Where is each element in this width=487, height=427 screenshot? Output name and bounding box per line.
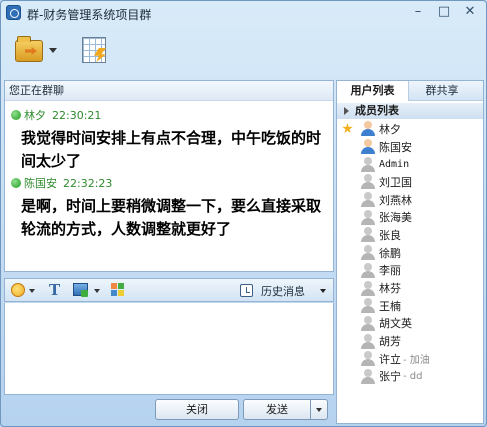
emoji-dropdown-icon[interactable] [29,289,35,293]
side-tabs: 用户列表 群共享 [337,81,483,101]
list-item[interactable]: 张良 [337,226,483,244]
chat-status-header: 您正在群聊 [5,81,333,101]
member-name: 胡文英 [379,317,412,331]
list-item[interactable]: 林芬 [337,279,483,297]
member-name: 林夕 [379,122,401,136]
avatar-icon [361,156,375,172]
tab-user-list[interactable]: 用户列表 [337,81,409,101]
send-file-dropdown-icon[interactable] [49,48,57,53]
list-item[interactable]: 王楠 [337,297,483,315]
window-title: 群-财务管理系统项目群 [27,8,152,22]
avatar-icon [361,227,375,243]
avatar-icon [361,280,375,296]
history-button[interactable]: 历史消息 [261,283,305,299]
list-item[interactable]: 刘燕林 [337,191,483,209]
input-toolbar: T 历史消息 [4,278,334,302]
avatar-icon [361,245,375,261]
avatar-icon [361,315,375,331]
list-item[interactable]: 许立 - 加油 [337,350,483,368]
message-time: 22:32:23 [63,176,113,190]
send-options-dropdown[interactable] [310,399,328,420]
list-item[interactable]: 刘卫国 [337,173,483,191]
message-sender[interactable]: 林夕 [24,107,46,123]
chat-history[interactable]: 您正在群聊 林夕 22:30:21 我觉得时间安排上有点不合理，中午吃饭的时间太… [4,80,334,272]
avatar-icon [361,139,375,155]
more-apps-icon[interactable] [111,283,125,297]
list-item[interactable]: 胡文英 [337,315,483,333]
emoji-icon[interactable] [11,283,25,297]
message-input[interactable] [5,303,333,394]
member-group-header[interactable]: 成员列表 [337,103,483,119]
avatar-icon [361,368,375,384]
message-sender[interactable]: 陈国安 [24,175,57,191]
message-time: 22:30:21 [52,108,102,122]
star-icon [342,123,353,134]
expand-arrow-icon[interactable] [344,107,349,115]
member-name: 张良 [379,228,401,242]
message-input-container [4,303,334,395]
member-name: Admin [379,158,410,170]
avatar-icon [361,351,375,367]
message-text: 我觉得时间安排上有点不合理，中午吃饭的时间太少了 [21,129,322,170]
member-name: 李丽 [379,264,401,278]
avatar-icon [361,298,375,314]
screenshot-icon[interactable] [73,283,88,297]
member-name: 陈国安 [379,140,412,154]
online-status-icon [11,178,21,188]
tab-group-share[interactable]: 群共享 [417,81,467,101]
avatar-icon [361,209,375,225]
message-text: 是啊，时间上要稍微调整一下，要么直接采取轮流的方式，人数调整就更好了 [21,197,322,238]
group-spreadsheet-icon[interactable] [82,37,106,63]
member-group-label: 成员列表 [355,104,399,117]
list-item[interactable]: 徐鹏 [337,244,483,262]
member-list[interactable]: 林夕 陈国安 Admin 刘卫国 刘燕林 张海美 张良 徐鹏 李丽 林芬 王楠 胡文英 胡芳 许立 - 加油… [337,120,483,385]
app-logo-icon [6,5,21,20]
screenshot-dropdown-icon[interactable] [94,289,100,293]
member-name: 徐鹏 [379,246,401,260]
maximize-button[interactable]: □ [434,4,454,20]
member-name: 王楠 [379,299,401,313]
avatar-icon [361,262,375,278]
member-name: 张海美 [379,211,412,225]
member-panel: 用户列表 群共享 成员列表 林夕陈国安 Admin 刘卫国刘燕林张海美张良徐鹏李丽林… [336,80,484,424]
list-item[interactable]: 陈国安 [337,138,483,156]
member-signature: - 加油 [403,355,430,367]
list-item[interactable]: 张宁 - dd [337,368,483,386]
close-window-button[interactable]: ✕ [460,4,480,20]
avatar-icon [361,192,375,208]
minimize-button[interactable]: – [408,4,428,20]
list-item[interactable]: 张海美 [337,208,483,226]
history-dropdown-icon[interactable] [320,289,326,293]
message-header: 陈国安 22:32:23 [11,175,331,191]
close-button[interactable]: 关闭 [155,399,239,420]
member-name: 刘卫国 [379,175,412,189]
list-item[interactable]: Admin [337,155,483,173]
member-name: 张宁 [379,370,401,384]
title-bar[interactable]: 群-财务管理系统项目群 – □ ✕ [1,1,486,25]
member-signature: - dd [403,370,423,382]
font-icon[interactable]: T [49,282,63,298]
list-item[interactable]: 林夕 [337,120,483,138]
member-name: 许立 [379,352,401,366]
avatar-icon [361,333,375,349]
member-name: 刘燕林 [379,193,412,207]
send-button[interactable]: 发送 [243,399,311,420]
send-file-icon[interactable] [15,36,43,62]
main-toolbar [1,25,486,80]
message-header: 林夕 22:30:21 [11,107,331,123]
chat-message: 陈国安 22:32:23 是啊，时间上要稍微调整一下，要么直接采取轮流的方式，人… [11,175,331,241]
history-icon[interactable] [240,284,253,297]
chat-window: 群-财务管理系统项目群 – □ ✕ 您正在群聊 林夕 22:30:21 我觉得时… [0,0,487,427]
avatar-icon [361,121,375,137]
list-item[interactable]: 胡芳 [337,332,483,350]
member-name: 林芬 [379,282,401,296]
chat-message: 林夕 22:30:21 我觉得时间安排上有点不合理，中午吃饭的时间太少了 [11,107,331,173]
list-item[interactable]: 李丽 [337,262,483,280]
avatar-icon [361,174,375,190]
member-name: 胡芳 [379,335,401,349]
online-status-icon [11,110,21,120]
